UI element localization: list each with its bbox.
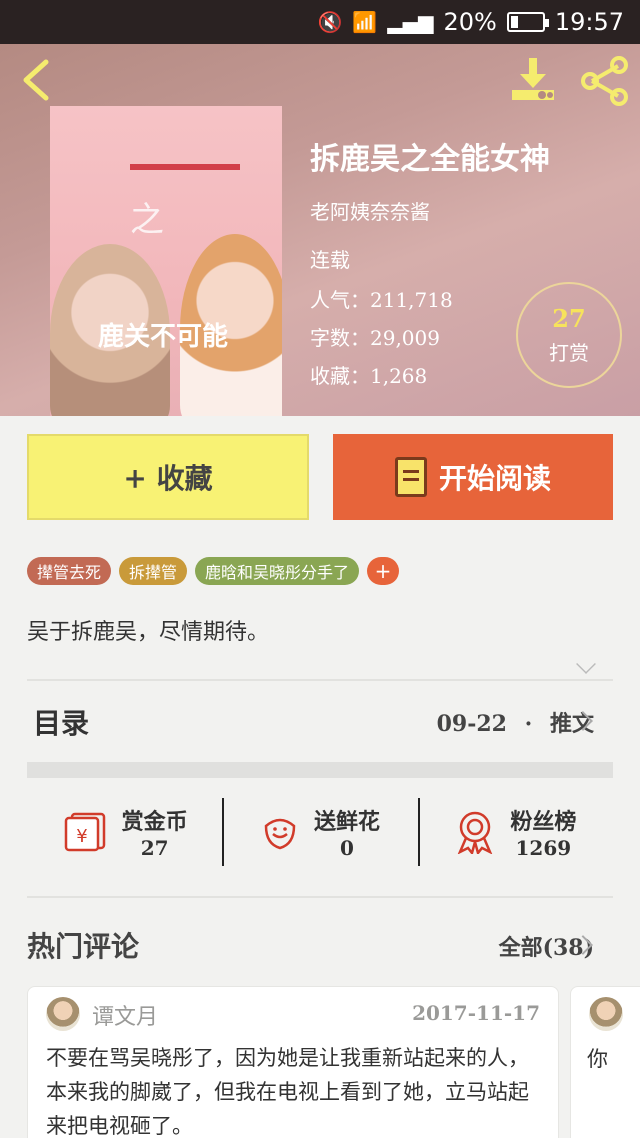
book-author[interactable]: 老阿姨奈奈酱: [310, 196, 430, 225]
comment-text: 你: [587, 1047, 608, 1071]
tip-label: 打赏: [549, 341, 589, 365]
avatar[interactable]: [46, 997, 80, 1031]
book-cover[interactable]: 之 鹿关不可能: [50, 106, 282, 416]
mute-icon: 🔇: [317, 10, 343, 34]
favorites-value: 1,268: [370, 364, 428, 388]
add-tag-button[interactable]: +: [367, 557, 400, 585]
comment-username[interactable]: 谭文月: [92, 999, 158, 1031]
comment-text: 不要在骂吴晓彤了，因为她是让我重新站起来的人，本来我的脚崴了，但我在电视上看到了…: [46, 1046, 529, 1138]
book-description: 吴于拆鹿吴，尽情期待。: [27, 620, 270, 645]
fan-ranking-title: 粉丝榜: [510, 809, 577, 835]
download-icon[interactable]: [508, 54, 558, 104]
book-icon: [394, 457, 427, 497]
add-to-shelf-label: + 收藏: [123, 462, 213, 495]
book-title: 拆鹿吴之全能女神: [310, 142, 550, 177]
word-count-value: 29,009: [370, 326, 440, 350]
cover-zhi: 之: [130, 200, 164, 240]
popularity-label: 人气：: [310, 288, 370, 312]
coin-reward[interactable]: ¥ 赏金币 27: [27, 792, 222, 872]
fan-ranking-count: 1269: [515, 836, 572, 860]
comment-date: 2017-11-17: [412, 1001, 540, 1025]
battery-icon: [506, 12, 549, 32]
battery-percent: 20%: [443, 8, 497, 36]
word-count-row: 字数：29,009: [310, 322, 440, 351]
tip-button[interactable]: 27 打赏: [516, 282, 622, 388]
tag-item[interactable]: 撵管去死: [27, 557, 112, 585]
popularity-value: 211,718: [370, 288, 453, 312]
book-header: 之 鹿关不可能 拆鹿吴之全能女神 老阿姨奈奈酱 连载 人气：211,718 字数…: [0, 44, 640, 416]
share-icon[interactable]: [578, 54, 632, 108]
coin-reward-count: 27: [140, 836, 169, 860]
favorites-label: 收藏：: [310, 364, 370, 388]
popularity-row: 人气：211,718: [310, 284, 453, 313]
start-reading-label: 开始阅读: [438, 462, 551, 495]
expand-chevron-icon[interactable]: [576, 654, 596, 674]
toc-title[interactable]: 目录: [33, 702, 89, 742]
avatar[interactable]: [589, 997, 623, 1031]
status-bar: 🔇 📶 ▂▄▆ 20% 19:57: [0, 0, 640, 44]
back-icon[interactable]: [16, 58, 56, 102]
signal-icon: ▂▄▆: [387, 10, 434, 34]
wifi-icon: 📶: [352, 10, 378, 34]
toc-latest[interactable]: 09-22 · 推文: [437, 706, 594, 738]
favorites-row: 收藏：1,268: [310, 360, 427, 389]
divider: [27, 679, 613, 681]
start-reading-button[interactable]: 开始阅读: [333, 434, 613, 520]
cover-decoration: [130, 164, 240, 170]
cover-text: 鹿关不可能: [98, 322, 229, 352]
divider: [27, 896, 613, 898]
section-separator: [27, 762, 613, 778]
comment-card[interactable]: 谭文月 2017-11-17 不要在骂吴晓彤了，因为她是让我重新站起来的人，本来…: [27, 986, 559, 1138]
medal-icon: [458, 811, 493, 854]
tag-list: 撵管去死 拆撵管 鹿晗和吴晓彤分手了 +: [27, 557, 400, 585]
tip-count: 27: [552, 304, 586, 333]
tag-item[interactable]: 拆撵管: [119, 557, 188, 585]
svg-text:¥: ¥: [76, 826, 87, 847]
flower-reward[interactable]: 送鲜花 0: [222, 792, 417, 872]
word-count-label: 字数：: [310, 326, 370, 350]
coin-reward-title: 赏金币: [121, 809, 188, 835]
add-to-shelf-button[interactable]: + 收藏: [27, 434, 309, 520]
hot-comments-title: 热门评论: [27, 930, 140, 963]
flower-icon: [264, 818, 296, 850]
flower-reward-title: 送鲜花: [313, 809, 380, 835]
toc-date: 09-22: [436, 711, 507, 737]
reward-stats: ¥ 赏金币 27 送鲜花 0 粉丝榜 1269: [27, 792, 613, 872]
flower-reward-count: 0: [340, 836, 354, 860]
book-status: 连载: [310, 248, 350, 272]
toc-separator: ·: [524, 711, 533, 737]
clock: 19:57: [554, 8, 624, 36]
fan-ranking[interactable]: 粉丝榜 1269: [417, 792, 613, 872]
tag-item[interactable]: 鹿晗和吴晓彤分手了: [195, 557, 360, 585]
red-envelope-icon: ¥: [64, 812, 105, 852]
comment-card[interactable]: 你: [570, 986, 640, 1138]
